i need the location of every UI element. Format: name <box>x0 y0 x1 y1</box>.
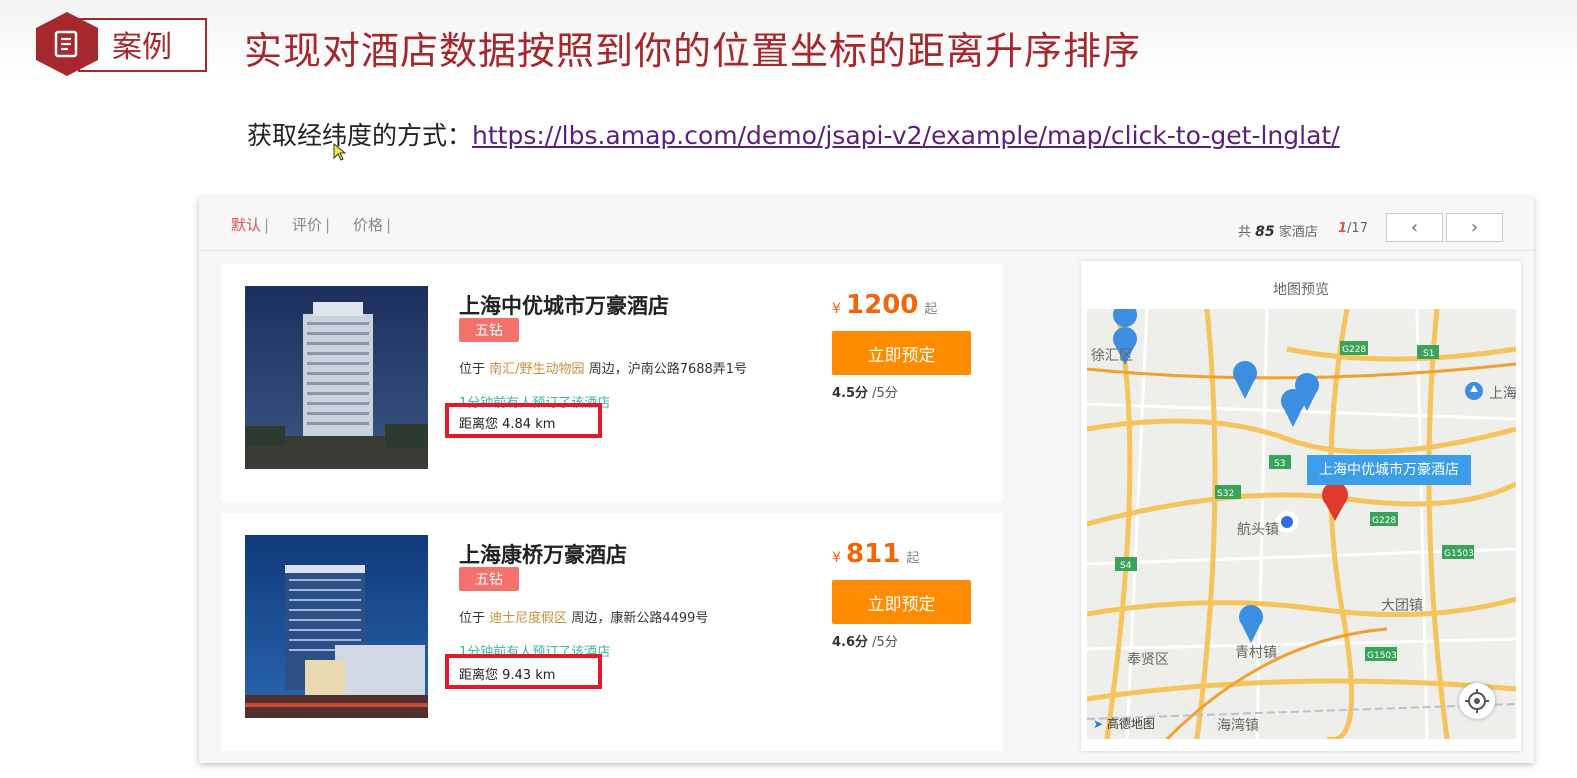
hotel-price: ¥ 1200 起 <box>832 290 938 320</box>
lnglat-instructions: 获取经纬度的方式：https://lbs.amap.com/demo/jsapi… <box>247 116 1340 152</box>
svg-text:S3: S3 <box>1274 459 1285 469</box>
slide: 案例 实现对酒店数据按照到你的位置坐标的距离升序排序 获取经纬度的方式：http… <box>0 0 1577 778</box>
next-page-button[interactable]: › <box>1446 213 1503 242</box>
hotel-location: 位于 南汇/野生动物园 周边，沪南公路7688弄1号 <box>459 362 748 377</box>
hotel-score: 4.5分 /5分 <box>832 386 898 401</box>
map-pin <box>1233 361 1257 399</box>
svg-text:G1503: G1503 <box>1367 651 1397 661</box>
map-tooltip: 上海中优城市万豪酒店 <box>1307 455 1471 485</box>
hotel-photo[interactable] <box>245 535 428 718</box>
distance-text: 距离您 9.43 km <box>459 668 556 683</box>
amap-logo: ➤ 高德地图 <box>1093 717 1155 731</box>
distance-text: 距离您 4.84 km <box>459 417 556 432</box>
map-label: 青村镇 <box>1235 645 1277 661</box>
case-label: 案例 <box>112 30 172 65</box>
map-canvas[interactable]: G228 S1 S3 S32 G228 G1503 S4 G1503 徐汇区 航… <box>1087 309 1516 739</box>
diamond-level-badge: 五钻 <box>459 567 519 591</box>
area-link[interactable]: 南汇/野生动物园 <box>489 362 584 377</box>
hotel-list-panel: 默认 | 评价 | 价格 | 共 85 家酒店 1/17 ‹ › 上海中优城市万… <box>199 197 1534 763</box>
book-now-button[interactable]: 立即预定 <box>832 580 971 624</box>
hotel-card[interactable]: 上海中优城市万豪酒店 五钻 位于 南汇/野生动物园 周边，沪南公路7688弄1号… <box>221 264 1003 502</box>
chevron-left-icon: ‹ <box>1410 217 1419 238</box>
map-label: 奉贤区 <box>1127 652 1169 668</box>
page-indicator: 1/17 <box>1338 221 1368 236</box>
svg-text:G228: G228 <box>1342 345 1366 355</box>
sort-default-tab[interactable]: 默认 | <box>231 214 269 235</box>
amap-arrow-icon: ➤ <box>1093 717 1104 731</box>
map-preview-title: 地图预览 <box>1273 282 1329 298</box>
hotel-photo[interactable] <box>245 286 428 469</box>
chevron-right-icon: › <box>1470 217 1479 238</box>
sort-bar: 默认 | 评价 | 价格 | 共 85 家酒店 1/17 ‹ › <box>199 197 1534 251</box>
map-label: 海湾镇 <box>1217 718 1259 734</box>
svg-text:S1: S1 <box>1423 349 1434 359</box>
lnglat-label: 获取经纬度的方式： <box>247 121 473 150</box>
page-title: 实现对酒店数据按照到你的位置坐标的距离升序排序 <box>244 29 1142 73</box>
map-label: 徐汇区 <box>1091 348 1133 364</box>
svg-text:S32: S32 <box>1217 489 1234 499</box>
map-pin-selected <box>1322 482 1348 521</box>
crosshair-icon <box>1465 689 1489 713</box>
sort-rating-tab[interactable]: 评价 | <box>292 214 330 235</box>
hotel-score: 4.6分 /5分 <box>832 635 898 650</box>
hotel-name[interactable]: 上海中优城市万豪酒店 <box>459 290 669 320</box>
road-network: G228 S1 S3 S32 G228 G1503 S4 G1503 <box>1087 309 1516 739</box>
hotel-count: 共 85 家酒店 <box>1238 224 1318 240</box>
map-label: 航头镇 <box>1237 522 1279 538</box>
book-now-button[interactable]: 立即预定 <box>832 331 971 375</box>
map-preview-card: 地图预览 G228 S1 S3 S32 G228 G1503 S4 G1503 … <box>1081 261 1521 751</box>
amap-demo-link[interactable]: https://lbs.amap.com/demo/jsapi-v2/examp… <box>472 121 1340 150</box>
svg-text:G1503: G1503 <box>1444 549 1474 559</box>
diamond-level-badge: 五钻 <box>459 318 519 342</box>
map-label: 大团镇 <box>1381 598 1423 614</box>
svg-text:G228: G228 <box>1372 516 1396 526</box>
hotel-name[interactable]: 上海康桥万豪酒店 <box>459 539 627 569</box>
svg-text:S4: S4 <box>1120 561 1132 571</box>
sort-price-tab[interactable]: 价格 | <box>353 214 391 235</box>
prev-page-button[interactable]: ‹ <box>1386 213 1443 242</box>
map-label: 上海 <box>1489 386 1516 402</box>
hotel-card[interactable]: 上海康桥万豪酒店 五钻 位于 迪士尼度假区 周边，康新公路4499号 1分钟前有… <box>221 513 1003 751</box>
area-link[interactable]: 迪士尼度假区 <box>489 611 567 626</box>
mouse-cursor-icon <box>333 143 347 161</box>
locate-me-button[interactable] <box>1459 683 1495 719</box>
hotel-location: 位于 迪士尼度假区 周边，康新公路4499号 <box>459 611 709 626</box>
map-pin <box>1281 389 1305 427</box>
hotel-price: ¥ 811 起 <box>832 539 920 569</box>
